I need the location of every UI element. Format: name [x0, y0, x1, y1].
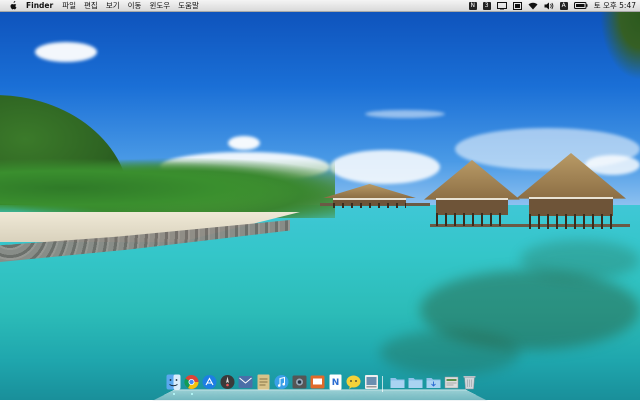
trash-icon[interactable] — [462, 374, 477, 390]
far-bungalows — [322, 184, 417, 208]
menu-file[interactable]: 파일 — [62, 0, 76, 11]
palm-trees — [0, 158, 335, 218]
desktop-wallpaper — [0, 0, 640, 400]
overwater-bungalow-left — [424, 160, 520, 226]
stack-icon[interactable] — [444, 374, 459, 390]
folder-apps-icon[interactable] — [390, 374, 405, 390]
mail-icon[interactable] — [238, 374, 253, 390]
notes-menu-icon[interactable]: N — [468, 1, 477, 10]
app-store-icon[interactable] — [202, 374, 217, 390]
menu-app-name[interactable]: Finder — [26, 1, 53, 10]
wifi-icon[interactable] — [528, 2, 538, 10]
itunes-icon[interactable] — [274, 374, 289, 390]
screen-icon[interactable] — [512, 1, 522, 10]
input-source-icon[interactable]: A — [559, 1, 568, 10]
preview-icon[interactable] — [364, 374, 379, 390]
dock: N — [160, 374, 480, 396]
battery-icon[interactable] — [573, 2, 588, 9]
display-icon[interactable] — [496, 1, 507, 10]
status-area: N 3 A 토 오후 5:47 — [463, 0, 636, 11]
menu-clock[interactable]: 토 오후 5:47 — [594, 0, 636, 11]
n-badge-icon[interactable]: 3 — [482, 1, 491, 10]
menu-view[interactable]: 보기 — [106, 0, 120, 11]
svg-text:N: N — [332, 378, 340, 388]
volume-icon[interactable] — [544, 2, 554, 10]
menu-bar: Finder 파일 편집 보기 이동 윈도우 도움말 N 3 A 토 오후 5:… — [0, 0, 640, 12]
chrome-icon[interactable] — [184, 374, 199, 390]
notes-icon[interactable] — [256, 374, 271, 390]
overwater-bungalow-right — [516, 153, 626, 229]
downloads-icon[interactable] — [426, 374, 441, 390]
menu-window[interactable]: 윈도우 — [149, 0, 170, 11]
notepad-icon[interactable]: N — [328, 374, 343, 390]
chrome-running-indicator — [191, 393, 193, 395]
finder-icon[interactable] — [166, 374, 181, 390]
slides-icon[interactable] — [310, 374, 325, 390]
launchpad-icon[interactable] — [220, 374, 235, 390]
palm-leaves — [600, 0, 640, 80]
folder-documents-icon[interactable] — [408, 374, 423, 390]
menu-go[interactable]: 이동 — [128, 0, 142, 11]
messenger-icon[interactable] — [346, 374, 361, 390]
finder-running-indicator — [173, 393, 175, 395]
photo-icon[interactable] — [292, 374, 307, 390]
menu-help[interactable]: 도움말 — [178, 0, 199, 11]
apple-menu-icon[interactable] — [9, 1, 18, 10]
menu-edit[interactable]: 편집 — [84, 0, 98, 11]
dock-separator — [382, 376, 383, 392]
